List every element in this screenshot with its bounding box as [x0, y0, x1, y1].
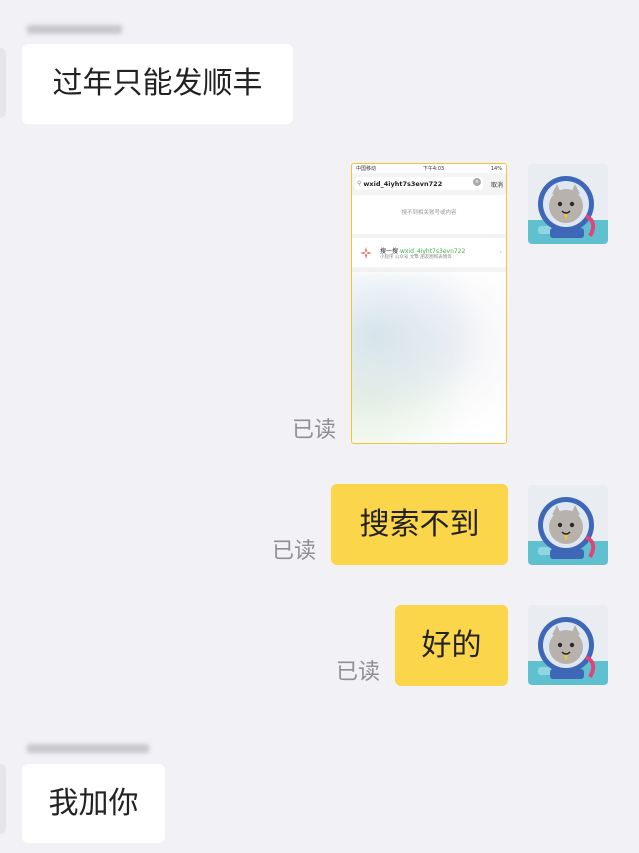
- image-search-text: wxid_4iyht7s3evn722: [363, 179, 443, 188]
- message-text: 我加你: [48, 785, 139, 821]
- message-text: 过年只能发顺丰: [52, 66, 263, 101]
- image-time: 下午4:03: [422, 166, 445, 172]
- astronaut-cat-avatar-icon: [528, 164, 608, 244]
- image-chevron-right-icon: ›: [499, 249, 502, 256]
- sender-avatar[interactable]: [528, 485, 608, 565]
- incoming-message-bubble[interactable]: 过年只能发顺丰: [22, 44, 293, 124]
- image-divider: [352, 234, 506, 238]
- incoming-avatar-partial: [0, 764, 6, 834]
- read-receipt: 已读: [336, 660, 381, 685]
- sogou-logo-icon: [360, 247, 372, 259]
- read-receipt: 已读: [272, 539, 317, 564]
- message-text: 搜索不到: [359, 506, 480, 542]
- blurred-sender-name: [27, 744, 149, 753]
- astronaut-cat-avatar-icon: [528, 485, 608, 565]
- image-cancel-label: 取消: [490, 182, 503, 189]
- image-status-bar: 中国移动 下午4:03 14%: [352, 164, 506, 173]
- outgoing-message-bubble[interactable]: 搜索不到: [331, 484, 508, 565]
- image-result-subtitle: 小程序 公众号 文章 朋友圈和表情等: [380, 255, 452, 260]
- blurred-sender-name: [27, 25, 122, 34]
- image-blurred-area: [352, 272, 506, 443]
- image-search-row: ⚲ wxid_4iyht7s3evn722 × 取消: [352, 173, 506, 195]
- image-clear-icon: ×: [473, 178, 481, 186]
- incoming-avatar-partial: [0, 48, 6, 118]
- image-battery: 14%: [490, 165, 502, 172]
- image-carrier: 中国移动: [356, 166, 377, 172]
- image-search-result: 搜一搜 wxid_4iyht7s3evn722 小程序 公众号 文章 朋友圈和表…: [352, 240, 506, 266]
- incoming-message-bubble[interactable]: 我加你: [22, 764, 165, 843]
- outgoing-message-bubble[interactable]: 好的: [395, 605, 508, 686]
- read-receipt: 已读: [292, 418, 337, 443]
- image-search-box: ⚲ wxid_4iyht7s3evn722: [355, 177, 483, 190]
- image-no-result-text: 搜不到相关账号或内容: [401, 210, 457, 216]
- sender-avatar[interactable]: [528, 164, 608, 244]
- message-text: 好的: [421, 627, 482, 663]
- astronaut-cat-avatar-icon: [528, 605, 608, 685]
- sender-avatar[interactable]: [528, 605, 608, 685]
- image-search-icon: ⚲: [357, 180, 362, 187]
- screenshot-image-message[interactable]: 中国移动 下午4:03 14% ⚲ wxid_4iyht7s3evn722 × …: [351, 163, 507, 444]
